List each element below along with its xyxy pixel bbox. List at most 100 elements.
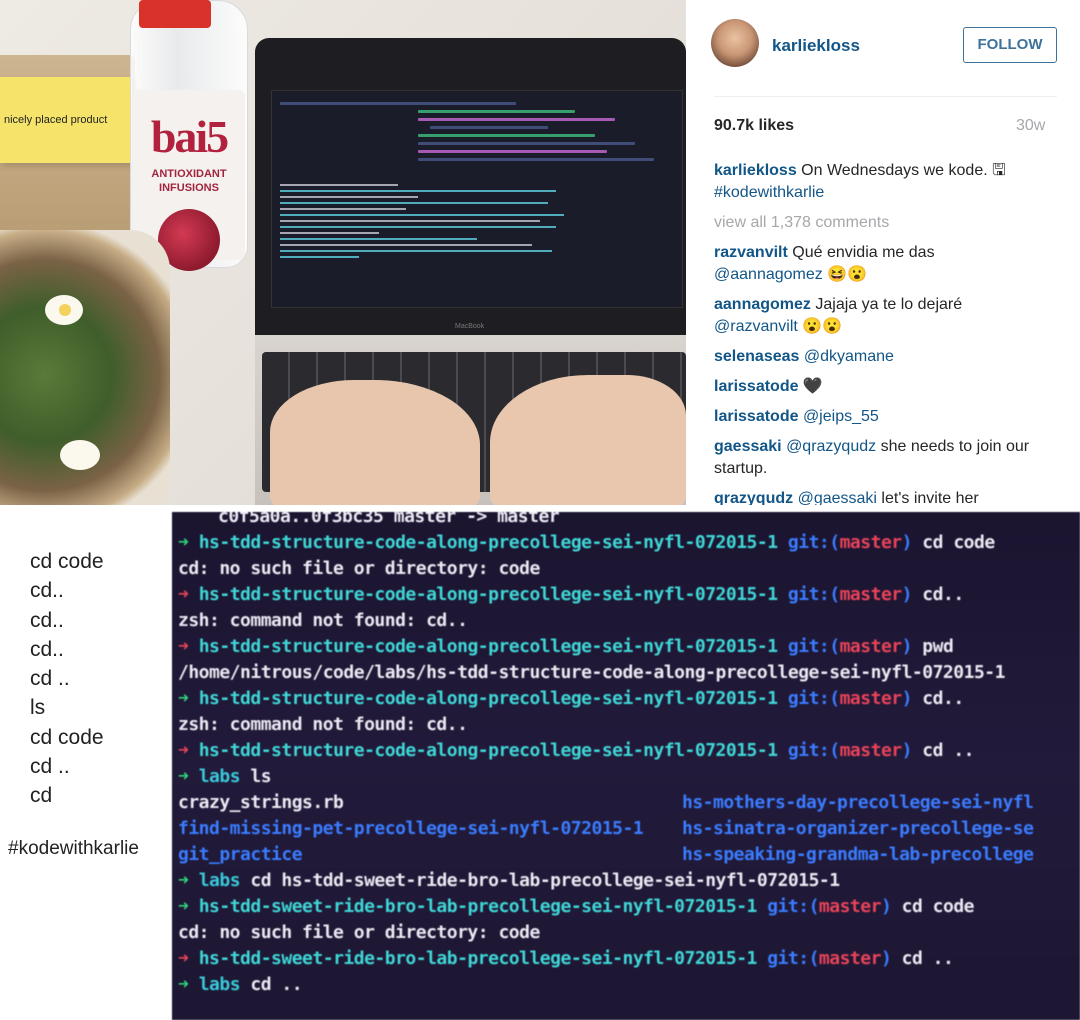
prompt-command: cd code — [911, 532, 995, 553]
prompt-branch: master — [818, 896, 882, 917]
prompt-git: git:( — [787, 584, 840, 605]
laptop-brand: MacBook — [455, 323, 485, 330]
likes-count[interactable]: 90.7k likes — [714, 117, 794, 135]
comment-username[interactable]: razvanvilt — [714, 244, 788, 261]
prompt-git: git:( — [767, 948, 819, 969]
comment-username[interactable]: aannagomez — [714, 296, 811, 313]
terminal-line — [280, 250, 552, 252]
comment-mention[interactable]: @aannagomez — [714, 266, 823, 283]
terminal-line — [280, 232, 379, 234]
editor-line — [417, 158, 655, 161]
caption: karliekloss On Wednesdays we kode. 🖫 #ko… — [714, 160, 1064, 204]
prompt-command: pwd — [911, 636, 954, 657]
prompt-arrow-icon: ➜ — [178, 532, 189, 553]
terminal-line — [280, 184, 399, 186]
prompt-arrow-icon: ➜ — [178, 688, 189, 709]
command-item: cd .. — [30, 755, 70, 779]
post-photo: nicely placed product bai5 ANTIOXIDANT I… — [0, 0, 686, 505]
editor-line — [417, 150, 607, 153]
editor-line — [417, 142, 635, 145]
comment-username[interactable]: selenaseas — [714, 348, 799, 365]
comment-username[interactable]: larissatode — [714, 408, 798, 425]
comment-username[interactable]: gaessaki — [714, 438, 782, 455]
terminal-line — [280, 244, 533, 246]
terminal-line — [280, 208, 407, 210]
comment-item: larissatode @jeips_55 — [714, 406, 1064, 428]
bottle-subtitle: ANTIOXIDANT INFUSIONS — [151, 168, 227, 194]
command-item: cd .. — [30, 667, 70, 691]
prompt-repo: hs-tdd-sweet-ride-bro-lab-precollege-sei… — [198, 896, 758, 917]
command-item: cd — [30, 784, 53, 808]
terminal-line — [280, 226, 556, 228]
comment-tail: let's invite her — [876, 490, 979, 505]
username-link[interactable]: karliekloss — [772, 36, 860, 56]
terminal-line: /home/nitrous/code/labs/hs-tdd-structure… — [178, 662, 1005, 683]
command-item: cd.. — [30, 637, 64, 661]
avatar[interactable] — [711, 19, 759, 67]
divider — [714, 96, 1057, 97]
caption-hashtag[interactable]: #kodewithkarlie — [714, 184, 824, 201]
comment-item: larissatode 🖤 — [714, 376, 1064, 398]
prompt-branch: master — [818, 948, 882, 969]
prompt-git-end: ) — [901, 740, 913, 761]
prompt-arrow-icon: ➜ — [178, 974, 189, 995]
prompt-git-end: ) — [901, 688, 913, 709]
terminal-line: ➜ hs-tdd-structure-code-along-precollege… — [178, 634, 1074, 660]
prompt-git-end: ) — [880, 948, 892, 969]
prompt-git-end: ) — [901, 584, 913, 605]
command-item: ls — [30, 696, 46, 720]
prompt-command: cd .. — [891, 948, 954, 969]
follow-button[interactable]: FOLLOW — [963, 27, 1057, 63]
terminal-zoom: c0f5a0a..0f3bc35 master -> master ➜ hs-t… — [172, 512, 1080, 1020]
comment-item: selenaseas @dkyamane — [714, 346, 1064, 368]
terminal-line — [280, 220, 541, 222]
comment-username[interactable]: qrazyqudz — [714, 490, 793, 505]
comment-username[interactable]: larissatode — [714, 378, 798, 395]
terminal-line: ➜ labs ls — [178, 764, 1074, 790]
post-age[interactable]: 30w — [1016, 117, 1045, 135]
terminal-line: cd: no such file or directory: code — [178, 558, 540, 579]
terminal-line: ➜ hs-tdd-structure-code-along-precollege… — [178, 686, 1074, 712]
comment-item: gaessaki @qrazyqudz she needs to join ou… — [714, 436, 1064, 480]
prompt-command: cd hs-tdd-sweet-ride-bro-lab-precollege-… — [240, 870, 840, 891]
editor-line — [417, 134, 596, 137]
terminal-line — [280, 196, 418, 198]
terminal-line: ➜ hs-tdd-structure-code-along-precollege… — [178, 582, 1074, 608]
command-list: cd code cd.. cd.. cd.. cd .. ls cd code … — [30, 547, 170, 811]
comment-item: qrazyqudz @gaessaki let's invite her — [714, 488, 1064, 505]
terminal-line: zsh: command not found: cd.. — [178, 714, 468, 735]
prompt-repo: hs-tdd-structure-code-along-precollege-s… — [198, 740, 778, 761]
prompt-command: cd.. — [911, 584, 964, 605]
view-all-comments-link[interactable]: view all 1,378 comments — [714, 212, 1064, 234]
command-item: cd code — [30, 550, 104, 573]
command-item: cd code — [30, 725, 104, 749]
prompt-dir: labs — [198, 766, 241, 787]
prompt-command: cd .. — [240, 974, 303, 995]
comment-text: Jajaja ya te lo dejaré — [810, 296, 963, 313]
prompt-repo: hs-tdd-structure-code-along-precollege-s… — [198, 584, 778, 605]
prompt-dir: labs — [198, 870, 241, 891]
comment-mention[interactable]: @qrazyqudz — [786, 438, 876, 455]
prompt-arrow-icon: ➜ — [178, 948, 189, 969]
egg — [45, 295, 83, 325]
hashtag-text: #kodewithkarlie — [8, 838, 139, 859]
comment-mention[interactable]: @razvanvilt — [714, 318, 798, 335]
prompt-arrow-icon: ➜ — [178, 896, 189, 917]
ls-entry: hs-mothers-day-precollege-sei-nyfl — [682, 792, 1034, 813]
comment-mention[interactable]: @gaessaki — [798, 490, 877, 505]
prompt-git: git:( — [767, 896, 819, 917]
comment-tail: 😮😮 — [797, 318, 843, 335]
terminal-line: ➜ hs-tdd-sweet-ride-bro-lab-precollege-s… — [178, 946, 1074, 972]
bottle-cap — [139, 0, 211, 28]
terminal-line — [280, 190, 556, 192]
prompt-repo: hs-tdd-sweet-ride-bro-lab-precollege-sei… — [198, 948, 758, 969]
comment-item: aannagomez Jajaja ya te lo dejaré @razva… — [714, 294, 1064, 338]
ls-entry: crazy_strings.rb — [178, 792, 344, 813]
command-item: cd.. — [30, 608, 64, 632]
caption-username[interactable]: karliekloss — [714, 162, 797, 179]
comment-mention[interactable]: @jeips_55 — [803, 408, 879, 425]
editor-line — [429, 126, 548, 129]
prompt-arrow-icon: ➜ — [178, 584, 189, 605]
terminal-line: ➜ hs-tdd-structure-code-along-precollege… — [178, 530, 1074, 556]
comment-mention[interactable]: @dkyamane — [804, 348, 894, 365]
